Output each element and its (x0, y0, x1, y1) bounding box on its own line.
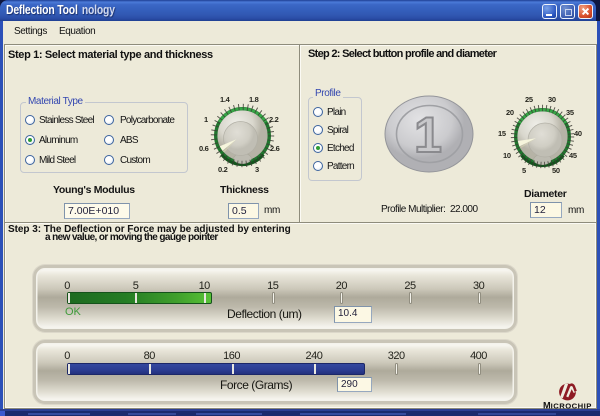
svg-text:1: 1 (414, 107, 442, 163)
